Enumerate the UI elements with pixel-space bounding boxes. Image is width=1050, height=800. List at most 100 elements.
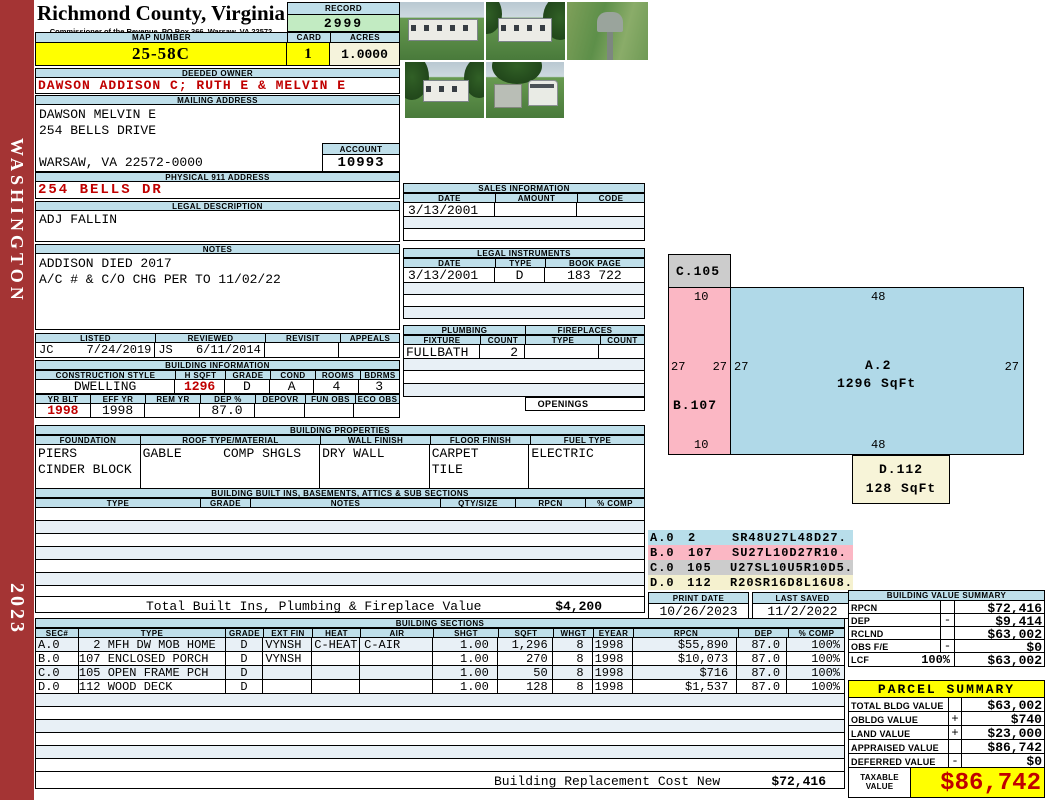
- plumbing-title: PLUMBING: [403, 325, 525, 335]
- sketch-section-a: 48 27 27 A.2 1296 SqFt 48: [730, 287, 1024, 455]
- account-value: 10993: [322, 155, 400, 172]
- legal-instruments-row-2: [403, 283, 645, 295]
- bs-d-heat: [312, 680, 361, 693]
- building-section-row-d: D.0 112 WOOD DECK D 1.00 128 8 1998 $1,5…: [35, 680, 845, 694]
- sales-date-label: DATE: [403, 193, 495, 203]
- built-ins-total-value: $4,200: [555, 599, 602, 614]
- record-value: 2999: [287, 15, 400, 32]
- sales-code-value: [577, 203, 644, 216]
- bs-a-rpcn: $55,890: [633, 638, 738, 651]
- legend-b-code: 107: [688, 545, 713, 560]
- bs-col-shgt: SHGT: [433, 628, 498, 638]
- bs-c-shgt: 1.00: [433, 666, 498, 679]
- foundation-line-2: CINDER BLOCK: [38, 462, 132, 477]
- bs-a-comp: 100%: [811, 638, 840, 651]
- ecoobs-value: [354, 404, 399, 417]
- ps-deferred-value: $0: [1026, 754, 1042, 767]
- fireplaces-count-value: [599, 345, 644, 358]
- sketch-a-bottom-dim: 48: [871, 438, 886, 452]
- sketch-section-d: D.112 128 SqFt: [852, 455, 950, 504]
- bs-d-sec: D.0: [36, 680, 79, 693]
- bs-b-dep: 87.0: [737, 652, 788, 665]
- built-ins-total-label: Total Built Ins, Plumbing & Fireplace Va…: [146, 599, 482, 614]
- notes-line-2: A/C # & C/O CHG PER TO 11/02/22: [39, 272, 281, 287]
- building-section-row-c: C.0 105 OPEN FRAME PCH D 1.00 50 8 1998 …: [35, 666, 845, 680]
- photo-home-in-trees[interactable]: [405, 62, 484, 118]
- ps-appraised-label: APPRAISED VALUE: [849, 740, 949, 753]
- photo-mailbox[interactable]: [567, 2, 648, 60]
- sketch-d-area-label: 128 SqFt: [865, 481, 937, 496]
- review-header-row: LISTED REVIEWED REVISIT APPEALS: [35, 333, 400, 343]
- ps-deferred-label: DEFERRED VALUE: [849, 754, 949, 767]
- plumbing-fireplaces: PLUMBING FIREPLACES FIXTURE COUNT TYPE C…: [403, 325, 645, 411]
- card-label: CARD: [287, 32, 330, 43]
- li-date-label: DATE: [403, 258, 495, 268]
- record-box: RECORD 2999: [287, 2, 400, 32]
- bs-d-whgt: 8: [553, 680, 593, 693]
- bs-col-comp: % COMP: [788, 628, 845, 638]
- building-section-row-b: B.0 107 ENCLOSED PORCH D VYNSH 1.00 270 …: [35, 652, 845, 666]
- built-ins-header-row: TYPE GRADE NOTES QTY/SIZE RPCN % COMP: [35, 498, 645, 508]
- sketch-b-left-dim: 27: [671, 360, 686, 374]
- building-sections-title: BUILDING SECTIONS: [35, 618, 845, 628]
- floor-line-1: CARPET: [431, 446, 479, 461]
- last-saved-label: LAST SAVED: [752, 592, 853, 604]
- floor-label: FLOOR FINISH: [430, 435, 530, 445]
- legend-b-sec: B.0: [650, 545, 675, 560]
- legend-a-trace: SR48U27L48D27.: [732, 530, 847, 545]
- bvs-title: BUILDING VALUE SUMMARY: [848, 590, 1045, 601]
- building-replacement-value: $72,416: [771, 774, 826, 789]
- fuel-label: FUEL TYPE: [530, 435, 645, 445]
- legend-row-c: C.0 105 U27SL10U5R10D5.: [648, 560, 853, 575]
- ps-totalbldg-value: $63,002: [987, 698, 1042, 711]
- bs-col-type: TYPE: [78, 628, 225, 638]
- legal-description-label: LEGAL DESCRIPTION: [35, 201, 400, 211]
- li-date-value: 3/13/2001: [404, 268, 496, 282]
- ps-appraised-value: $86,742: [987, 740, 1042, 753]
- bs-b-whgt: 8: [553, 652, 593, 665]
- banner-year-label: 2023: [6, 583, 28, 635]
- built-ins-col-grade: GRADE: [200, 498, 250, 508]
- bs-d-extfin: [263, 680, 313, 693]
- photo-mobile-home-side[interactable]: [486, 2, 565, 60]
- fireplaces-openings-label: OPENINGS: [525, 397, 600, 411]
- appeals-label: APPEALS: [340, 333, 400, 343]
- yrblt-label: YR BLT: [35, 394, 90, 404]
- grade-label: GRADE: [225, 370, 270, 380]
- parcel-summary: PARCEL SUMMARY TOTAL BLDG VALUE $63,002 …: [848, 680, 1045, 798]
- plumbing-fixture-label: FIXTURE: [403, 335, 480, 345]
- legend-c-trace: U27SL10U5R10D5.: [729, 560, 853, 575]
- floor-line-2: TILE: [431, 462, 463, 477]
- bvs-lcf-label: LCF: [851, 654, 870, 665]
- bs-col-air: AIR: [360, 628, 433, 638]
- listed-by: JC: [39, 343, 54, 357]
- sketch-b-bottom-dim: 10: [694, 438, 709, 452]
- bs-a-type: 2 MFH DW MOB HOME: [79, 638, 226, 651]
- sketch-a-top-dim: 48: [871, 290, 886, 304]
- legend-c-code: 105: [687, 560, 712, 575]
- mailing-line-1: DAWSON MELVIN E: [39, 107, 157, 122]
- bvs-obs-label: OBS F/E: [849, 640, 941, 652]
- photo-mobile-home-front[interactable]: [400, 2, 484, 60]
- bs-c-air: [360, 666, 433, 679]
- bs-b-grade: D: [226, 652, 264, 665]
- legend-row-a: A.0 2 SR48U27L48D27.: [648, 530, 853, 545]
- bs-a-sec: A.0: [36, 638, 79, 651]
- foundation-line-1: PIERS: [38, 446, 78, 461]
- hsqft-label: H SQFT: [175, 370, 225, 380]
- map-header-row: MAP NUMBER CARD ACRES: [35, 32, 400, 43]
- plumbing-fixture-value: FULLBATH: [404, 345, 481, 358]
- bs-col-sec: SEC#: [35, 628, 78, 638]
- bs-d-shgt: 1.00: [433, 680, 498, 693]
- taxable-label-line-2: VALUE: [865, 782, 894, 791]
- wall-label: WALL FINISH: [320, 435, 430, 445]
- photo-shed-and-camper[interactable]: [486, 62, 564, 118]
- li-type-label: TYPE: [495, 258, 545, 268]
- legal-instruments-row-4: [403, 307, 645, 319]
- bs-b-sec: B.0: [36, 652, 79, 665]
- ps-land-label: LAND VALUE: [849, 726, 949, 739]
- physical-address-label: PHYSICAL 911 ADDRESS: [35, 172, 400, 182]
- bs-a-extfin: VYNSH: [263, 638, 313, 651]
- physical-address-value: 254 BELLS DR: [35, 182, 400, 199]
- bvs-rpcn-sign: [941, 601, 955, 613]
